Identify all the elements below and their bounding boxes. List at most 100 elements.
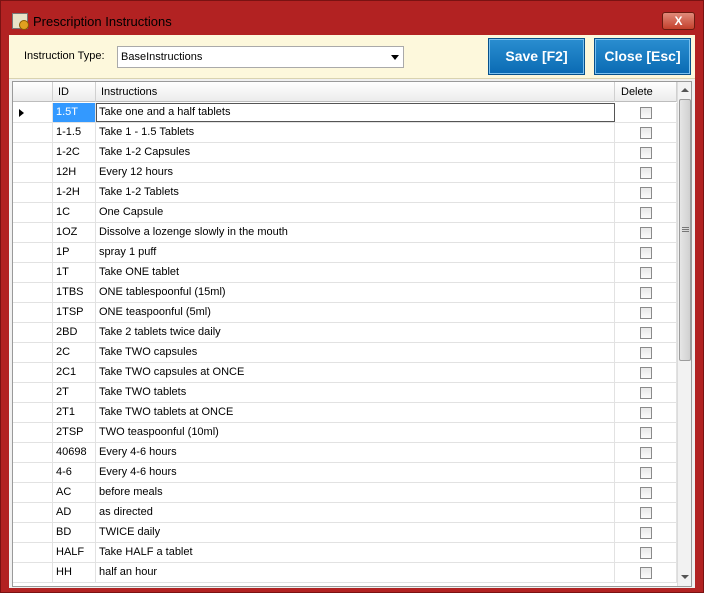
row-selector[interactable] xyxy=(13,443,53,462)
delete-checkbox[interactable] xyxy=(640,527,652,539)
row-selector[interactable] xyxy=(13,203,53,222)
cell-id[interactable]: 2T1 xyxy=(53,403,96,422)
row-selector[interactable] xyxy=(13,343,53,362)
row-selector[interactable] xyxy=(13,163,53,182)
cell-id[interactable]: 1C xyxy=(53,203,96,222)
row-selector[interactable] xyxy=(13,123,53,142)
scrollbar-thumb[interactable] xyxy=(679,99,691,361)
table-row[interactable]: 2C Take TWO capsules xyxy=(13,343,677,363)
row-selector[interactable] xyxy=(13,423,53,442)
cell-id[interactable]: BD xyxy=(53,523,96,542)
delete-checkbox[interactable] xyxy=(640,247,652,259)
save-button[interactable]: Save [F2] xyxy=(488,38,585,75)
cell-id[interactable]: 1P xyxy=(53,243,96,262)
row-selector[interactable] xyxy=(13,523,53,542)
delete-checkbox[interactable] xyxy=(640,507,652,519)
cell-id[interactable]: AC xyxy=(53,483,96,502)
cell-instructions[interactable]: Take 1 - 1.5 Tablets xyxy=(96,123,615,142)
scroll-up-icon[interactable] xyxy=(681,88,689,92)
delete-checkbox[interactable] xyxy=(640,207,652,219)
row-selector[interactable] xyxy=(13,463,53,482)
cell-instructions[interactable]: One Capsule xyxy=(96,203,615,222)
cell-instructions[interactable]: Every 4-6 hours xyxy=(96,443,615,462)
table-row[interactable]: 1T Take ONE tablet xyxy=(13,263,677,283)
cell-instructions[interactable]: Take TWO capsules at ONCE xyxy=(96,363,615,382)
delete-checkbox[interactable] xyxy=(640,187,652,199)
delete-checkbox[interactable] xyxy=(640,307,652,319)
row-selector[interactable] xyxy=(13,483,53,502)
table-row[interactable]: 2T1 Take TWO tablets at ONCE xyxy=(13,403,677,423)
row-selector[interactable] xyxy=(13,263,53,282)
cell-id[interactable]: 1-2C xyxy=(53,143,96,162)
delete-checkbox[interactable] xyxy=(640,427,652,439)
table-row[interactable]: AD as directed xyxy=(13,503,677,523)
row-selector[interactable] xyxy=(13,183,53,202)
window-close-button[interactable]: X xyxy=(662,12,695,30)
table-row[interactable]: HALF Take HALF a tablet xyxy=(13,543,677,563)
delete-checkbox[interactable] xyxy=(640,107,652,119)
cell-instructions[interactable]: Take 1-2 Capsules xyxy=(96,143,615,162)
cell-instructions[interactable]: Take 1-2 Tablets xyxy=(96,183,615,202)
cell-instructions[interactable]: Take one and a half tablets xyxy=(96,103,615,122)
delete-checkbox[interactable] xyxy=(640,127,652,139)
delete-checkbox[interactable] xyxy=(640,567,652,579)
table-row[interactable]: 40698 Every 4-6 hours xyxy=(13,443,677,463)
cell-instructions[interactable]: ONE tablespoonful (15ml) xyxy=(96,283,615,302)
table-row[interactable]: 2C1 Take TWO capsules at ONCE xyxy=(13,363,677,383)
cell-id[interactable]: 4-6 xyxy=(53,463,96,482)
instruction-type-select[interactable]: BaseInstructions xyxy=(117,46,404,68)
cell-id[interactable]: 1TSP xyxy=(53,303,96,322)
cell-id[interactable]: 1T xyxy=(53,263,96,282)
cell-id[interactable]: 1-1.5 xyxy=(53,123,96,142)
delete-checkbox[interactable] xyxy=(640,447,652,459)
delete-checkbox[interactable] xyxy=(640,387,652,399)
row-selector[interactable] xyxy=(13,143,53,162)
row-selector[interactable] xyxy=(13,543,53,562)
cell-instructions[interactable]: as directed xyxy=(96,503,615,522)
table-row[interactable]: 1TBS ONE tablespoonful (15ml) xyxy=(13,283,677,303)
cell-id[interactable]: 1.5T xyxy=(53,103,96,122)
table-row[interactable]: 1OZ Dissolve a lozenge slowly in the mout… xyxy=(13,223,677,243)
cell-instructions[interactable]: TWICE daily xyxy=(96,523,615,542)
cell-id[interactable]: HALF xyxy=(53,543,96,562)
cell-id[interactable]: 1TBS xyxy=(53,283,96,302)
delete-checkbox[interactable] xyxy=(640,547,652,559)
table-row[interactable]: AC before meals xyxy=(13,483,677,503)
cell-instructions[interactable]: Take TWO capsules xyxy=(96,343,615,362)
table-row[interactable]: 2TSP TWO teaspoonful (10ml) xyxy=(13,423,677,443)
cell-id[interactable]: 2C1 xyxy=(53,363,96,382)
cell-instructions[interactable]: Take 2 tablets twice daily xyxy=(96,323,615,342)
table-row[interactable]: BD TWICE daily xyxy=(13,523,677,543)
table-row[interactable]: 4-6 Every 4-6 hours xyxy=(13,463,677,483)
cell-instructions[interactable]: Take TWO tablets xyxy=(96,383,615,402)
row-selector[interactable] xyxy=(13,243,53,262)
cell-id[interactable]: 2TSP xyxy=(53,423,96,442)
column-header-id[interactable]: ID xyxy=(53,82,96,102)
delete-checkbox[interactable] xyxy=(640,367,652,379)
cell-id[interactable]: AD xyxy=(53,503,96,522)
table-row[interactable]: HH half an hour xyxy=(13,563,677,583)
row-selector[interactable] xyxy=(13,283,53,302)
table-row[interactable]: 1P spray 1 puff xyxy=(13,243,677,263)
cell-instructions[interactable]: Dissolve a lozenge slowly in the mouth xyxy=(96,223,615,242)
delete-checkbox[interactable] xyxy=(640,167,652,179)
row-selector[interactable] xyxy=(13,323,53,342)
delete-checkbox[interactable] xyxy=(640,487,652,499)
scroll-down-icon[interactable] xyxy=(681,575,689,579)
row-selector[interactable] xyxy=(13,403,53,422)
cell-id[interactable]: 2T xyxy=(53,383,96,402)
cell-id[interactable]: 12H xyxy=(53,163,96,182)
delete-checkbox[interactable] xyxy=(640,347,652,359)
cell-id[interactable]: HH xyxy=(53,563,96,582)
delete-checkbox[interactable] xyxy=(640,327,652,339)
table-row[interactable]: 1C One Capsule xyxy=(13,203,677,223)
delete-checkbox[interactable] xyxy=(640,407,652,419)
row-selector[interactable] xyxy=(13,223,53,242)
cell-instructions[interactable]: Every 12 hours xyxy=(96,163,615,182)
table-row[interactable]: 2BD Take 2 tablets twice daily xyxy=(13,323,677,343)
row-selector[interactable] xyxy=(13,103,53,122)
table-row[interactable]: 1-1.5 Take 1 - 1.5 Tablets xyxy=(13,123,677,143)
column-header-delete[interactable]: Delete xyxy=(615,82,677,102)
close-button[interactable]: Close [Esc] xyxy=(594,38,691,75)
cell-id[interactable]: 1OZ xyxy=(53,223,96,242)
